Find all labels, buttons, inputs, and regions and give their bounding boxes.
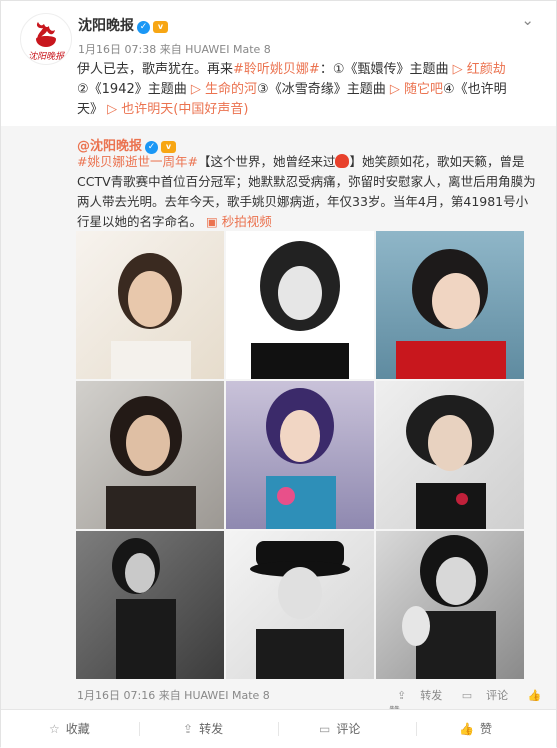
photo-7[interactable] (76, 531, 224, 679)
portrait-icon (406, 395, 494, 529)
repost-timestamp[interactable]: 1月16日 07:16 来自 HUAWEI Mate 8 (77, 687, 270, 703)
action-bar: ☆ 收藏 ⇪ 转发 ▭ 评论 👍 赞 (1, 709, 556, 748)
svg-text:沈阳晚报: 沈阳晚报 (28, 51, 65, 62)
chevron-down-icon[interactable]: ⌄ (521, 11, 534, 29)
portrait-icon (251, 241, 349, 379)
portrait-icon (266, 388, 336, 529)
comment-button[interactable]: ▭ 评论 (319, 720, 360, 737)
newspaper-logo-icon: 沈阳晚报 (28, 22, 65, 62)
forward-icon: ⇪ (183, 722, 194, 736)
verified-icon: ✓ (137, 21, 150, 34)
photo-4[interactable] (76, 381, 224, 529)
play-icon: ▷ (107, 102, 122, 117)
post-timestamp[interactable]: 1月16日 07:38 来自 HUAWEI Mate 8 (78, 41, 271, 57)
photo-3[interactable] (376, 231, 524, 379)
forward-button[interactable]: ⇪ 转发 (183, 720, 223, 737)
repost-comment[interactable]: ▭ 评论 (454, 689, 508, 702)
thumbs-up-icon: 👍 (459, 722, 474, 736)
topic-link[interactable]: #聆听姚贝娜# (233, 62, 320, 77)
music-link-yexumingtian[interactable]: ▷ 也许明天(中国好声音) (107, 102, 248, 117)
account-name[interactable]: 沈阳晚报 ✓ v (78, 15, 168, 35)
play-icon: ▷ (190, 82, 206, 97)
thumbs-up-icon: 👍 (527, 689, 542, 702)
portrait-icon (250, 541, 350, 679)
photo-9[interactable] (376, 531, 524, 679)
divider (278, 722, 279, 736)
portrait-icon (402, 535, 496, 679)
like-button[interactable]: 👍 赞 (459, 720, 492, 737)
play-icon: ▷ (452, 62, 467, 77)
music-link-shengmingdehe[interactable]: ▷ 生命的河 (191, 82, 257, 97)
portrait-icon (111, 253, 191, 379)
photo-5[interactable] (226, 381, 374, 529)
member-icon: v (153, 21, 168, 33)
music-link-hongyanjie[interactable]: ▷ 红颜劫 (453, 62, 506, 77)
photo-8[interactable] (226, 531, 374, 679)
photo-2[interactable] (226, 231, 374, 379)
music-link-suitaba[interactable]: ▷ 随它吧 (390, 82, 443, 97)
repost-topic-link[interactable]: #姚贝娜逝世一周年# (77, 154, 198, 169)
comment-icon: ▭ (461, 689, 473, 702)
video-link[interactable]: ▣ 秒拍视频 (206, 214, 272, 229)
repost-text: #姚贝娜逝世一周年#【这个世界，她曾经来过 】她笑颜如花，歌如天籁，曾是CCTV青… (77, 154, 536, 229)
favorite-button[interactable]: ☆ 收藏 (49, 720, 90, 737)
account-avatar[interactable]: 沈阳晚报 (20, 13, 72, 65)
portrait-icon (106, 396, 196, 529)
photo-1[interactable] (76, 231, 224, 379)
video-icon: ▣ (206, 214, 222, 229)
repost-forward[interactable]: ⇪ 转发 (389, 689, 442, 702)
star-icon: ☆ (49, 722, 60, 736)
portrait-icon (112, 538, 176, 679)
photo-6[interactable] (376, 381, 524, 529)
fire-emoji-icon (335, 154, 350, 168)
photo-grid (76, 231, 525, 681)
play-icon: ▷ (389, 82, 404, 97)
post-text: 伊人已去，歌声犹在。再来#聆听姚贝娜#：①《甄嬛传》主题曲 ▷ 红颜劫 ②《19… (77, 62, 507, 117)
comment-icon: ▭ (319, 722, 331, 736)
weibo-card: 沈阳晚报 沈阳晚报 ✓ v ⌄ 1月16日 07:38 来自 HUAWEI Mate… (0, 0, 557, 748)
divider (416, 722, 417, 736)
divider (139, 722, 140, 736)
portrait-icon (396, 249, 506, 379)
forward-icon: ⇪ (397, 689, 407, 702)
